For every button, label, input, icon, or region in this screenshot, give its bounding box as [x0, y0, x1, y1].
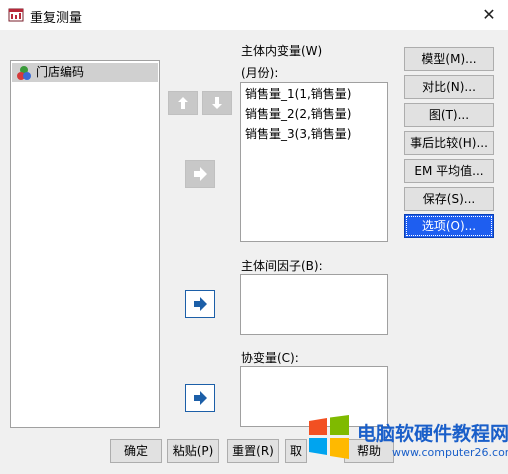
ok-button[interactable]: 确定	[110, 439, 162, 463]
within-vars-label: 主体内变量(W)	[241, 44, 323, 58]
paste-button[interactable]: 粘贴(P)	[167, 439, 219, 463]
list-item-label: 门店编码	[36, 65, 85, 79]
close-icon[interactable]: ✕	[478, 4, 500, 26]
within-vars-sublabel: (月份):	[241, 66, 279, 80]
watermark-url: www.computer26.com	[392, 446, 508, 459]
between-factors-list[interactable]	[240, 274, 388, 335]
arrow-right-icon	[194, 167, 207, 181]
plots-button[interactable]: 图(T)...	[404, 103, 494, 127]
move-to-between-button[interactable]	[185, 290, 215, 318]
list-item[interactable]: 销售量_3(3,销售量)	[245, 125, 351, 144]
posthoc-button[interactable]: 事后比较(H)...	[404, 131, 494, 155]
nominal-variable-icon	[16, 65, 32, 81]
cancel-button[interactable]: 取	[285, 439, 307, 463]
windows-logo-watermark	[307, 415, 351, 459]
list-item[interactable]: 销售量_2(2,销售量)	[245, 105, 351, 124]
arrow-down-icon	[212, 97, 222, 109]
em-means-button[interactable]: EM 平均值...	[404, 159, 494, 183]
move-down-button[interactable]	[202, 91, 232, 115]
options-button[interactable]: 选项(O)...	[404, 214, 494, 238]
save-button[interactable]: 保存(S)...	[404, 187, 494, 211]
list-item[interactable]: 门店编码	[12, 63, 158, 82]
window-title: 重复测量	[30, 11, 83, 26]
move-to-covariates-button[interactable]	[185, 384, 215, 412]
source-variable-list[interactable]: 门店编码	[10, 60, 160, 428]
list-item[interactable]: 销售量_1(1,销售量)	[245, 85, 351, 104]
watermark-title: 电脑软硬件教程网	[357, 423, 508, 445]
app-icon	[8, 7, 24, 23]
between-factors-label: 主体间因子(B):	[241, 259, 323, 273]
move-up-button[interactable]	[168, 91, 198, 115]
arrow-right-icon	[194, 297, 207, 311]
model-button[interactable]: 模型(M)...	[404, 47, 494, 71]
within-vars-list[interactable]: 销售量_1(1,销售量) 销售量_2(2,销售量) 销售量_3(3,销售量)	[240, 82, 388, 242]
reset-button[interactable]: 重置(R)	[227, 439, 279, 463]
move-to-within-button[interactable]	[185, 160, 215, 188]
covariates-label: 协变量(C):	[241, 351, 299, 365]
contrast-button[interactable]: 对比(N)...	[404, 75, 494, 99]
arrow-right-icon	[194, 391, 207, 405]
arrow-up-icon	[178, 97, 188, 109]
